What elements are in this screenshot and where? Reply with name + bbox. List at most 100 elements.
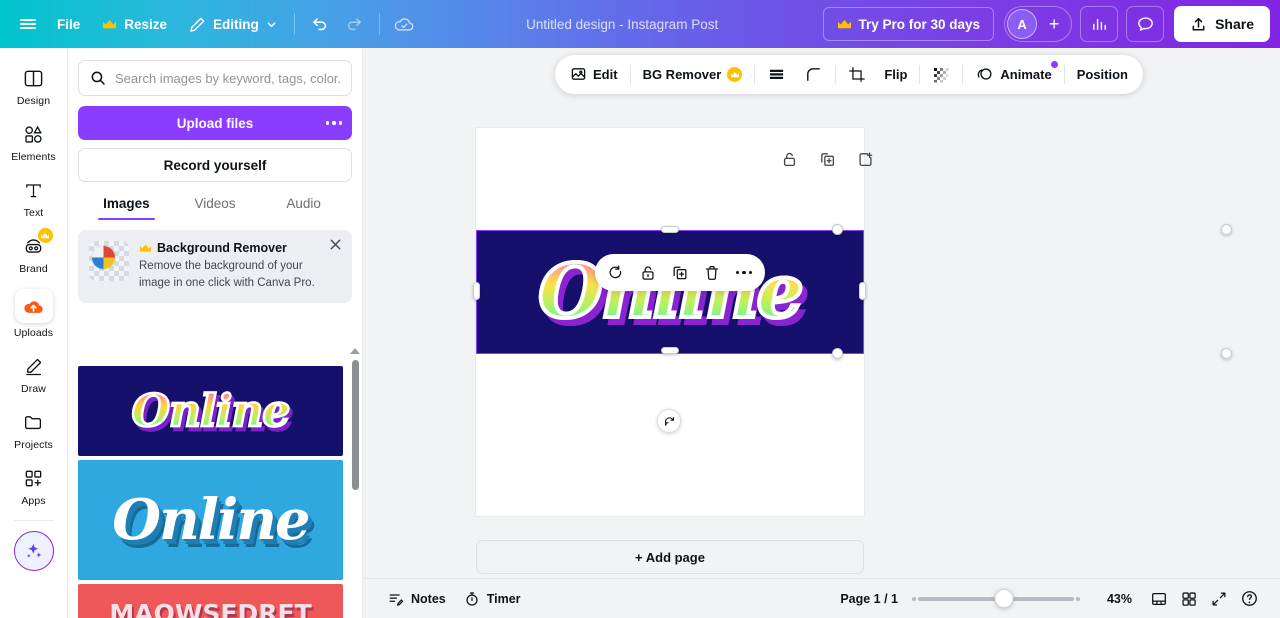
resize-handle-top-right[interactable] xyxy=(1221,224,1232,235)
search-images-box[interactable] xyxy=(78,60,352,96)
delete-trash-icon[interactable] xyxy=(697,258,727,288)
upload-files-button[interactable]: Upload files xyxy=(78,106,352,140)
tab-videos[interactable]: Videos xyxy=(171,196,260,220)
document-title[interactable]: Untitled design - Instagram Post xyxy=(514,17,730,32)
add-collaborator-button[interactable]: + xyxy=(1041,11,1067,37)
editing-mode-button[interactable]: Editing xyxy=(178,7,288,41)
layout-icon xyxy=(21,65,47,91)
corner-radius-button[interactable] xyxy=(795,59,832,90)
sidebar-item-apps[interactable]: Apps xyxy=(2,458,66,512)
animate-label: Animate xyxy=(1000,67,1052,82)
tab-images[interactable]: Images xyxy=(82,196,171,220)
lock-icon[interactable] xyxy=(633,258,663,288)
share-button[interactable]: Share xyxy=(1174,6,1270,42)
timer-button[interactable]: Timer xyxy=(455,585,530,613)
resize-handle-left-middle[interactable] xyxy=(473,282,480,300)
search-icon xyxy=(90,70,106,86)
duplicate-page-icon[interactable] xyxy=(816,148,838,170)
hamburger-icon[interactable] xyxy=(10,7,46,41)
apps-grid-plus-icon xyxy=(21,465,47,491)
avatar[interactable]: A xyxy=(1007,9,1038,39)
help-question-icon[interactable] xyxy=(1234,585,1264,613)
cloud-saved-icon[interactable] xyxy=(386,7,422,41)
position-label: Position xyxy=(1076,67,1128,82)
upload-thumbnail-maqwsedrft[interactable]: MAQWSEDRFT xyxy=(78,584,343,618)
divider xyxy=(629,65,631,84)
tab-audio[interactable]: Audio xyxy=(259,196,348,220)
text-T-icon xyxy=(21,177,47,203)
scroll-up-arrow-icon[interactable] xyxy=(349,348,360,354)
upload-thumbnail-online-neon[interactable]: Online xyxy=(78,366,343,456)
edit-image-button[interactable]: Edit xyxy=(561,59,627,90)
duplicate-icon[interactable] xyxy=(665,258,695,288)
resize-handle-bottom-left[interactable] xyxy=(832,348,843,359)
sidebar-item-text[interactable]: Text xyxy=(2,170,66,224)
online-neon-image: Online xyxy=(477,231,863,353)
crown-icon xyxy=(102,18,117,31)
element-quick-toolbar xyxy=(595,254,765,291)
resize-handle-top-center[interactable] xyxy=(661,226,679,233)
more-dots-icon[interactable] xyxy=(325,106,342,140)
divider xyxy=(293,13,295,35)
bg-remover-button[interactable]: BG Remover xyxy=(634,59,752,90)
adjust-filter-button[interactable] xyxy=(758,59,795,90)
position-button[interactable]: Position xyxy=(1068,59,1137,90)
resize-handle-right-middle[interactable] xyxy=(859,282,866,300)
rotate-icon[interactable] xyxy=(601,258,631,288)
sidebar-item-uploads[interactable]: Uploads xyxy=(2,282,66,344)
divider xyxy=(378,13,380,35)
sidebar-item-draw[interactable]: Draw xyxy=(2,346,66,400)
image-context-toolbar: Edit BG Remover Flip Animate Position xyxy=(555,55,1143,94)
grid-view-icon[interactable] xyxy=(1174,585,1204,613)
canvas-workspace[interactable]: Edit BG Remover Flip Animate Position On… xyxy=(363,48,1280,578)
page-view-icon[interactable] xyxy=(1144,585,1174,613)
editing-label: Editing xyxy=(213,16,259,32)
crop-button[interactable] xyxy=(839,59,875,90)
promo-title-row: Background Remover xyxy=(139,241,337,255)
sidebar-item-label: Apps xyxy=(21,495,46,507)
stopwatch-icon xyxy=(464,591,480,607)
resize-button[interactable]: Resize xyxy=(91,7,178,41)
rotate-handle-icon[interactable] xyxy=(657,409,681,433)
zoom-slider[interactable] xyxy=(912,589,1080,609)
sidebar-item-elements[interactable]: Elements xyxy=(2,114,66,168)
more-dots-icon[interactable] xyxy=(729,258,759,288)
panel-scrollbar[interactable] xyxy=(352,360,359,490)
comment-bubble-icon[interactable] xyxy=(1126,6,1165,42)
add-page-button[interactable]: + Add page xyxy=(476,540,864,574)
sidebar-item-projects[interactable]: Projects xyxy=(2,402,66,456)
record-yourself-button[interactable]: Record yourself xyxy=(78,148,352,182)
sidebar-item-design[interactable]: Design xyxy=(2,58,66,112)
resize-handle-bottom-right[interactable] xyxy=(1221,348,1232,359)
sidebar-item-brand[interactable]: Brand xyxy=(2,226,66,280)
redo-icon[interactable] xyxy=(337,7,373,41)
zoom-slider-thumb[interactable] xyxy=(994,589,1014,608)
canva-editor-app: File Resize Editing Untitled design - In… xyxy=(0,0,1280,618)
search-input[interactable] xyxy=(115,70,340,86)
undo-icon[interactable] xyxy=(301,7,337,41)
collaborators-group[interactable]: A + xyxy=(1004,6,1073,42)
uploads-list[interactable]: Online Online MAQWSEDRFT xyxy=(68,366,362,618)
transparency-button[interactable] xyxy=(923,59,959,90)
file-menu-button[interactable]: File xyxy=(46,7,91,41)
resize-handle-bottom-center[interactable] xyxy=(661,347,679,354)
insights-button[interactable] xyxy=(1080,6,1119,42)
expand-arrows-icon[interactable] xyxy=(1204,585,1234,613)
lock-icon[interactable] xyxy=(778,148,800,170)
add-page-icon[interactable] xyxy=(854,148,876,170)
upload-thumbnail-online-blue[interactable]: Online xyxy=(78,460,343,580)
notes-button[interactable]: Notes xyxy=(379,585,455,613)
close-icon[interactable] xyxy=(328,237,344,253)
crop-icon xyxy=(848,66,866,84)
crown-icon xyxy=(727,67,743,82)
try-pro-button[interactable]: Try Pro for 30 days xyxy=(822,7,995,41)
background-remover-promo[interactable]: Background Remover Remove the background… xyxy=(78,230,352,304)
magic-sparkle-icon[interactable] xyxy=(13,531,54,571)
uploads-tabs: Images Videos Audio xyxy=(78,196,352,220)
animate-button[interactable]: Animate xyxy=(966,59,1060,90)
selected-image-element[interactable]: Online xyxy=(476,230,864,354)
zoom-level-value[interactable]: 43% xyxy=(1094,592,1132,606)
resize-handle-top-left[interactable] xyxy=(832,224,843,235)
notes-icon xyxy=(388,591,404,607)
flip-button[interactable]: Flip xyxy=(875,59,916,90)
